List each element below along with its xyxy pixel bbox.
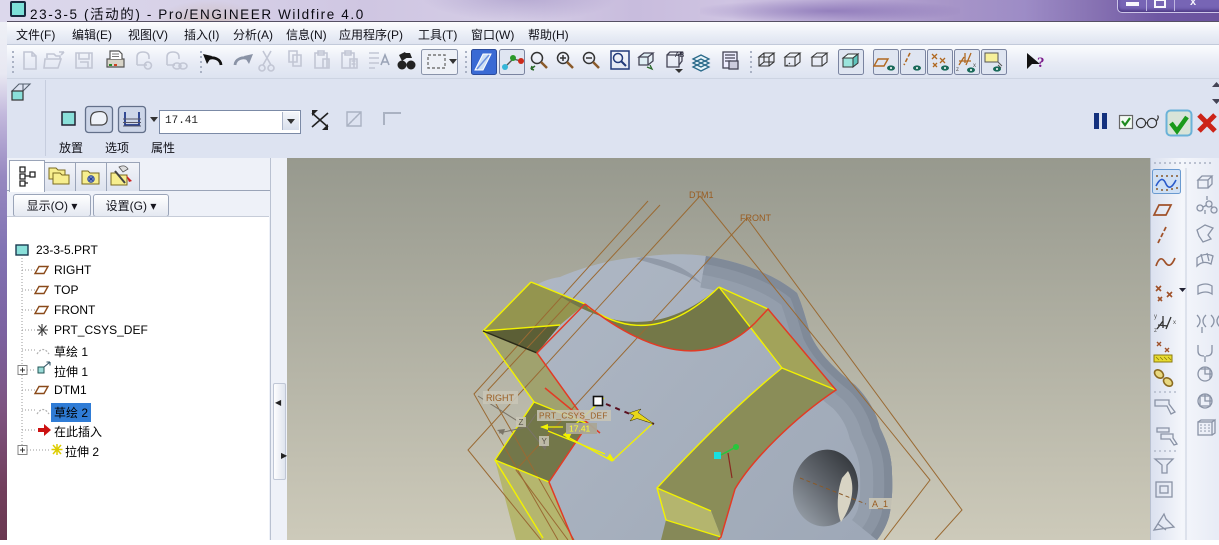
svg-text:FRONT: FRONT	[740, 213, 771, 223]
svg-text:RIGHT: RIGHT	[486, 393, 515, 403]
svg-text:x: x	[1173, 320, 1176, 326]
svg-text:A_1: A_1	[872, 499, 888, 509]
svg-text:DTM1: DTM1	[689, 190, 714, 200]
svg-text:y: y	[1154, 314, 1157, 320]
svg-text:z: z	[1154, 328, 1157, 334]
svg-text:AB: AB	[675, 52, 685, 59]
svg-text:PRT_CSYS_DEF: PRT_CSYS_DEF	[539, 412, 608, 421]
svg-text:17.41: 17.41	[569, 424, 591, 434]
svg-text:?: ?	[1037, 55, 1045, 71]
svg-text:Z: Z	[519, 418, 524, 427]
svg-text:Y: Y	[542, 437, 548, 446]
svg-text:z: z	[956, 67, 959, 73]
